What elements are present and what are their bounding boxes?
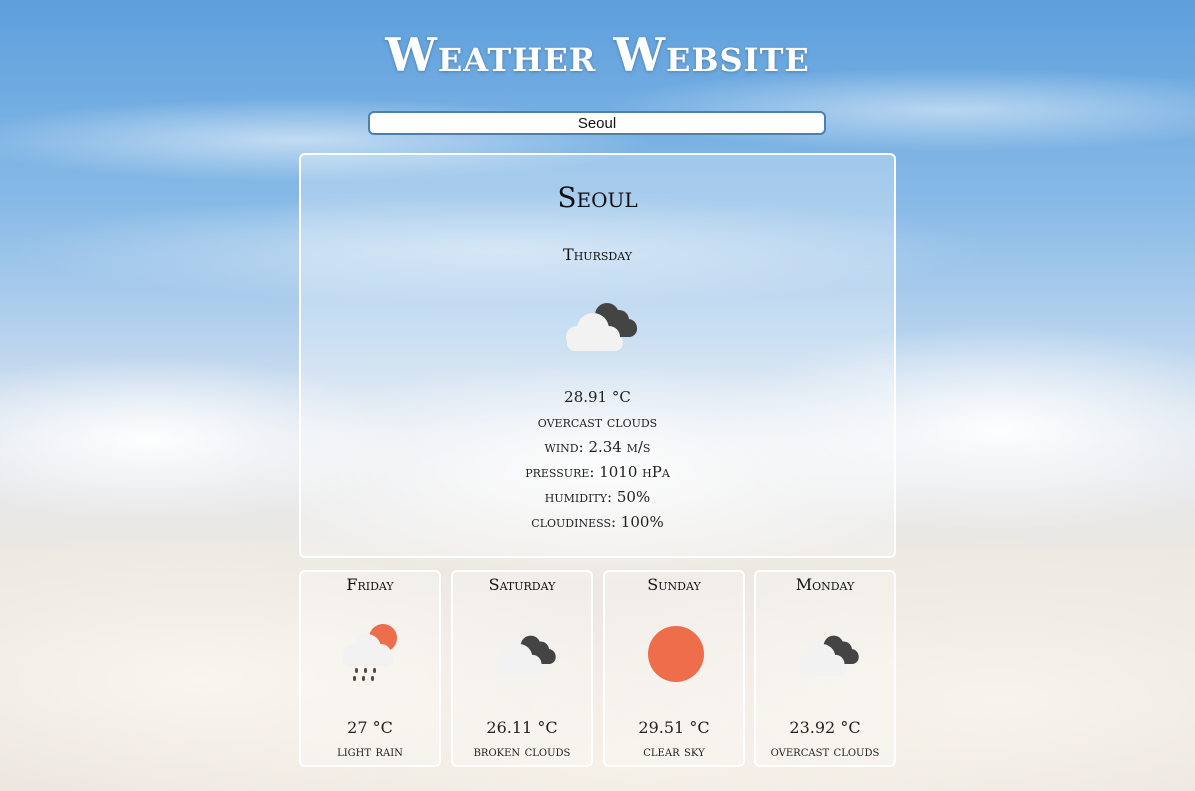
- forecast-card-saturday: Saturday 26.11 °C broken clouds: [451, 570, 593, 767]
- forecast-temp: 26.11 °C: [486, 718, 558, 737]
- forecast-card-monday: Monday 23.92 °C overcast clouds: [754, 570, 896, 767]
- forecast-day: Friday: [346, 575, 394, 594]
- light-rain-icon: [343, 624, 397, 681]
- current-wind: wind: 2.34 m/s: [544, 438, 651, 456]
- current-temp: 28.91 °C: [564, 388, 631, 406]
- forecast-card-sunday: Sunday 29.51 °C clear sky: [603, 570, 745, 767]
- forecast-day: Saturday: [488, 575, 556, 594]
- forecast-card-friday: Friday 27 °C light rain: [299, 570, 441, 767]
- page-title: Weather Website: [385, 28, 810, 82]
- forecast-day: Sunday: [647, 575, 701, 594]
- current-cloudiness: cloudiness: 100%: [531, 513, 664, 531]
- current-weather-card: Seoul Thursday 28.91 °C overcast clouds …: [299, 153, 896, 558]
- forecast-temp: 27 °C: [347, 718, 393, 737]
- city-search-input[interactable]: [368, 111, 826, 135]
- forecast-description: light rain: [337, 744, 403, 760]
- current-humidity: humidity: 50%: [544, 488, 651, 506]
- overcast-clouds-icon: [799, 635, 859, 676]
- overcast-clouds-icon: [566, 303, 637, 351]
- forecast-temp: 23.92 °C: [789, 718, 861, 737]
- broken-clouds-icon: [496, 635, 556, 676]
- forecast-description: clear sky: [643, 744, 705, 760]
- current-pressure: pressure: 1010 hPa: [525, 463, 670, 481]
- forecast-day: Monday: [795, 575, 855, 594]
- forecast-description: overcast clouds: [770, 744, 880, 760]
- forecast-description: broken clouds: [473, 744, 571, 760]
- sun-icon: [648, 626, 704, 682]
- forecast-temp: 29.51 °C: [638, 718, 710, 737]
- current-description: overcast clouds: [537, 413, 658, 431]
- current-day: Thursday: [563, 245, 632, 264]
- current-city: Seoul: [557, 181, 638, 214]
